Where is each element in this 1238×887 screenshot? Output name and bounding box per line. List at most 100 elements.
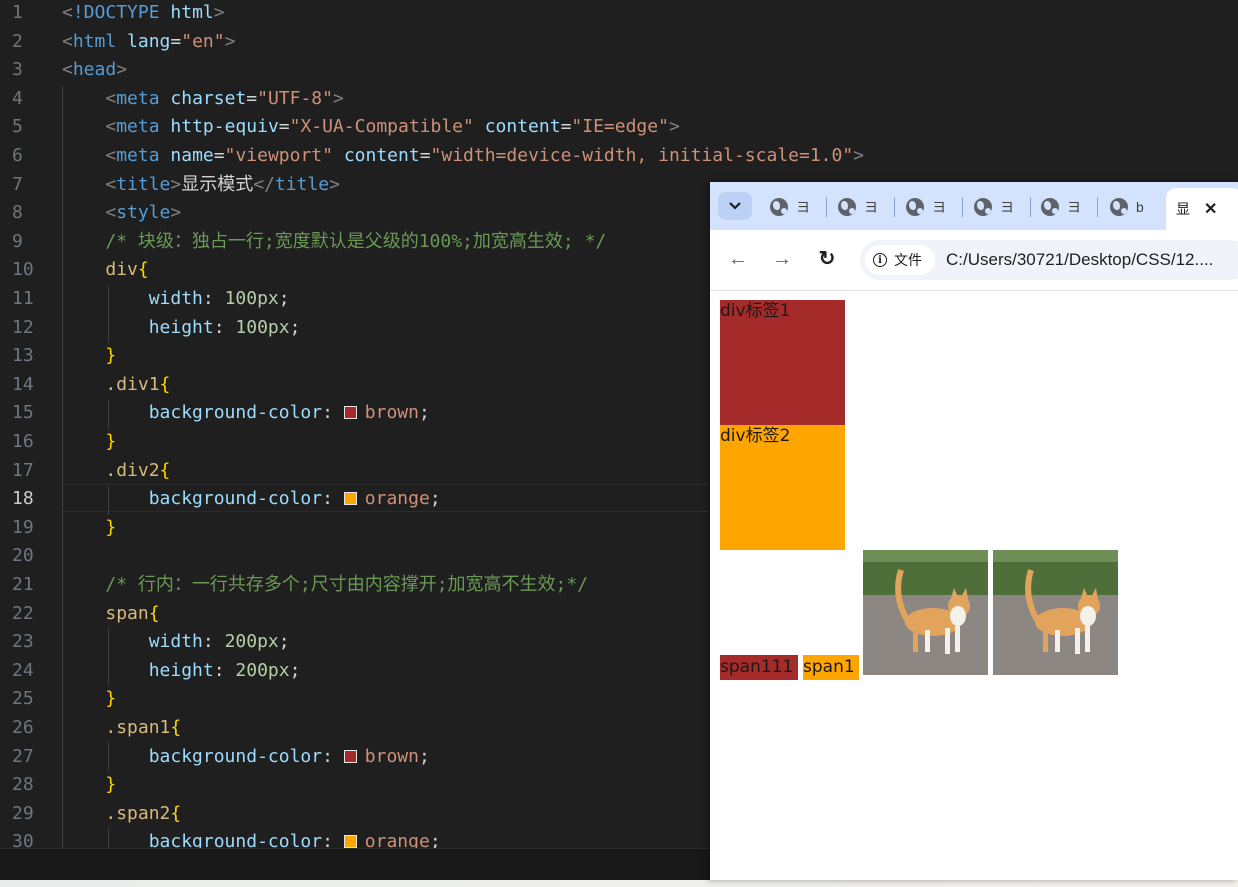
code-text: <meta name="viewport" content="width=dev…	[62, 142, 864, 171]
code-token: html	[170, 2, 214, 23]
cat-photo-1	[863, 550, 988, 675]
browser-tab[interactable]: b	[1110, 194, 1144, 220]
code-line[interactable]: 3 <head>	[0, 56, 1238, 85]
browser-tab[interactable]: ヨ	[838, 194, 878, 220]
browser-tab[interactable]: ヨ	[906, 194, 946, 220]
line-number: 7	[12, 173, 23, 195]
browser-tab[interactable]: ヨ	[974, 194, 1014, 220]
code-token: "width=device-width, initial-scale=1.0"	[430, 145, 854, 166]
code-text: span{	[62, 600, 159, 629]
code-token: {	[137, 259, 149, 281]
site-info-label: 文件	[894, 252, 922, 268]
site-info-chip[interactable]: i 文件	[865, 245, 935, 275]
code-line[interactable]: 1 <!DOCTYPE html>	[0, 0, 1238, 28]
code-token: width	[148, 288, 203, 309]
div-block-2: div标签2	[720, 425, 845, 550]
code-token: .div1	[105, 373, 160, 395]
taskbar-edge	[0, 880, 1238, 887]
code-token: =	[278, 116, 290, 138]
line-number: 29	[12, 802, 34, 824]
code-token: <	[62, 59, 73, 81]
code-token: title	[116, 173, 171, 195]
code-token: html	[72, 30, 117, 52]
line-number: 28	[12, 774, 34, 796]
globe-icon	[1041, 198, 1059, 216]
code-token: =	[560, 116, 572, 138]
code-token: .span2	[105, 802, 171, 824]
code-text: width: 200px;	[62, 628, 290, 657]
code-token: /* 块级：独占一行;宽度默认是父级的100%;加宽高生效; */	[105, 230, 607, 252]
line-number: 5	[12, 116, 23, 138]
close-icon[interactable]: ✕	[1204, 199, 1217, 219]
browser-tab[interactable]: ヨ	[1041, 194, 1081, 220]
code-token: charset	[170, 87, 247, 109]
tab-title: ヨ	[796, 199, 810, 215]
code-line[interactable]: 2 <html lang="en">	[0, 28, 1238, 57]
code-token: {	[159, 373, 171, 395]
code-line[interactable]: 4 <meta charset="UTF-8">	[0, 85, 1238, 114]
code-token: <	[105, 87, 117, 109]
code-text: .div1{	[62, 371, 170, 400]
code-token: orange	[364, 488, 430, 510]
tab-separator	[1030, 197, 1031, 217]
color-swatch-icon[interactable]	[343, 406, 357, 420]
code-text: background-color: brown;	[62, 743, 430, 772]
code-token: height	[148, 316, 214, 338]
div-block-1: div标签1	[720, 300, 845, 425]
code-token: brown	[364, 402, 419, 424]
code-token: }	[105, 345, 117, 367]
code-line[interactable]: 6 <meta name="viewport" content="width=d…	[0, 142, 1238, 171]
line-number: 11	[12, 288, 34, 309]
back-button[interactable]: ←	[726, 247, 750, 271]
forward-button[interactable]: →	[770, 247, 794, 271]
line-number: 13	[12, 345, 34, 367]
code-token: meta	[116, 116, 160, 138]
code-token: ;	[278, 288, 290, 309]
code-token: brown	[364, 745, 419, 767]
code-token: 200px	[235, 659, 290, 681]
code-line[interactable]: 5 <meta http-equiv="X-UA-Compatible" con…	[0, 113, 1238, 142]
browser-window[interactable]: ヨ ヨ ヨ ヨ ヨ b 显 ✕ ← → ↻ i 文件 C:/Users/30721/Des…	[710, 182, 1238, 880]
color-swatch-icon[interactable]	[343, 835, 357, 848]
code-token: ;	[278, 631, 290, 653]
tab-separator	[962, 197, 963, 217]
url-text[interactable]: C:/Users/30721/Desktop/CSS/12....	[946, 240, 1213, 280]
code-text: div{	[62, 256, 149, 285]
reload-button[interactable]: ↻	[815, 247, 839, 271]
browser-tab[interactable]: ヨ	[770, 194, 810, 220]
line-number: 6	[12, 145, 23, 166]
tab-active[interactable]: 显 ✕	[1166, 188, 1238, 230]
color-swatch-icon[interactable]	[343, 749, 357, 763]
code-token: >	[170, 173, 182, 195]
code-token: 100px	[235, 316, 290, 338]
code-token: lang	[127, 30, 171, 52]
code-token: =	[213, 145, 225, 166]
address-bar[interactable]: i 文件 C:/Users/30721/Desktop/CSS/12....	[860, 240, 1238, 280]
code-token: ;	[429, 488, 441, 510]
browser-toolbar: ← → ↻ i 文件 C:/Users/30721/Desktop/CSS/12…	[710, 230, 1238, 291]
chevron-down-icon[interactable]	[718, 192, 752, 220]
code-token: ;	[289, 659, 301, 681]
code-text: .span2{	[62, 800, 181, 829]
code-token: :	[202, 288, 225, 309]
line-number: 21	[12, 574, 34, 595]
code-text: }	[62, 514, 116, 543]
code-token: <	[105, 116, 117, 138]
code-token: /* 行内：一行共存多个;尺寸由内容撑开;加宽高不生效;*/	[105, 574, 589, 595]
code-token: name	[170, 145, 214, 166]
color-swatch-icon[interactable]	[343, 492, 357, 506]
code-token: "IE=edge"	[571, 116, 669, 138]
code-token: 200px	[224, 631, 279, 653]
globe-icon	[770, 198, 788, 216]
code-token: .span1	[105, 717, 171, 738]
